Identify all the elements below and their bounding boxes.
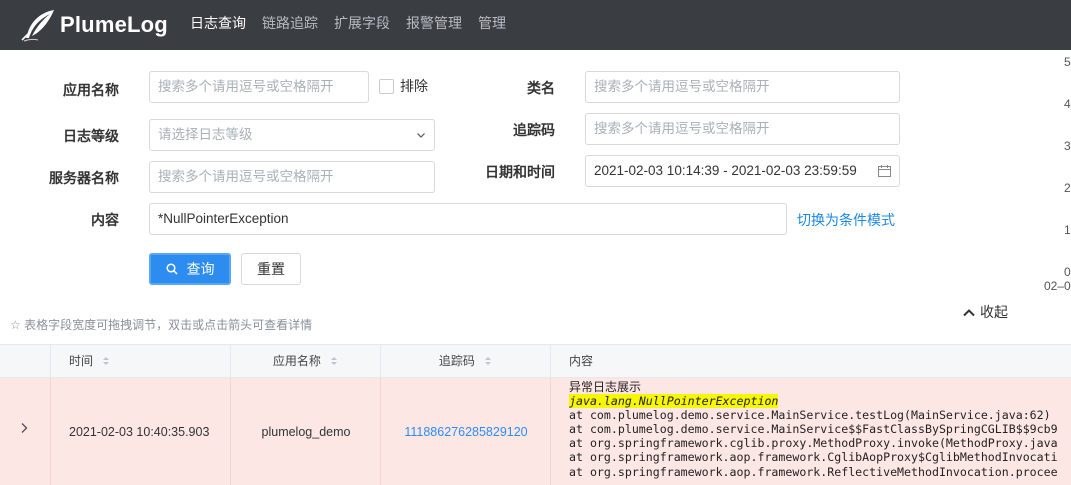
stack-trace-line: at com.plumelog.demo.service.MainService… [569,408,1051,423]
log-table: 时间 应用名称 追踪码 内容 2021-02-03 10:40:35.903 p… [0,344,1071,485]
class-name-label: 类名 [527,80,555,96]
app-name: PlumeLog [60,12,168,37]
nav-log-query[interactable]: 日志查询 [182,0,254,50]
class-name-input[interactable]: 搜索多个请用逗号或空格隔开 [585,71,900,103]
datetime-range-input[interactable]: 2021-02-03 10:14:39 - 2021-02-03 23:59:5… [585,155,900,187]
nav-admin[interactable]: 管理 [470,0,514,50]
time-cell: 2021-02-03 10:40:35.903 [51,378,231,485]
content-input[interactable]: *NullPointerException [149,203,787,235]
search-icon [165,263,178,275]
column-header-time[interactable]: 时间 [51,345,231,378]
top-navbar: PlumeLog 日志查询 链路追踪 扩展字段 报警管理 管理 [0,0,1071,50]
expand-column-header [0,345,51,378]
highlighted-exception: java.lang.NullPointerException [569,394,779,409]
chevron-right-icon[interactable] [20,422,28,434]
stack-trace-line: at com.plumelog.demo.service.MainService… [569,422,1058,437]
search-button[interactable]: 查询 [149,253,231,285]
nav-trace[interactable]: 链路追踪 [254,0,326,50]
trace-cell: 111886276285829120 [381,378,551,485]
logo[interactable]: PlumeLog [20,5,168,45]
collapse-label: 收起 [980,304,1008,320]
stack-trace-line: at org.springframework.cglib.proxy.Metho… [569,436,1058,451]
chart-y-tick: 3 [1064,139,1071,153]
column-header-time-label: 时间 [69,354,94,368]
column-header-content-label: 内容 [569,354,594,368]
log-level-label: 日志等级 [63,128,119,144]
content-label: 内容 [91,212,119,228]
column-header-app-label: 应用名称 [272,354,321,368]
sort-icon [103,356,110,365]
feather-logo-icon [21,10,54,42]
log-level-placeholder: 请选择日志等级 [158,127,253,142]
chart-x-tick: 02–0 [1044,279,1071,293]
log-content: 异常日志展示 java.lang.NullPointerException at c… [569,380,1058,479]
app-name-label: 应用名称 [63,82,119,98]
app-name-input[interactable]: 搜索多个请用逗号或空格隔开 [149,71,369,103]
sort-icon [331,356,338,365]
trace-id-label: 追踪码 [513,122,555,138]
stack-trace-line: at org.springframework.aop.framework.Cgl… [569,450,1058,465]
main-nav: 日志查询 链路追踪 扩展字段 报警管理 管理 [182,0,514,50]
chart-y-tick: 4 [1064,97,1071,111]
chart-y-tick: 5 [1064,55,1071,69]
exclude-label: 排除 [400,78,428,94]
column-header-app[interactable]: 应用名称 [231,345,381,378]
chevron-up-icon [963,308,975,316]
chart-y-tick: 1 [1064,223,1071,237]
column-header-trace-label: 追踪码 [438,354,475,368]
log-time: 2021-02-03 10:40:35.903 [69,424,210,439]
collapse-toggle[interactable]: 收起 [963,302,1008,322]
datetime-value: 2021-02-03 10:14:39 - 2021-02-03 23:59:5… [594,163,857,178]
calendar-icon [878,165,891,177]
log-level-select[interactable]: 请选择日志等级 [149,119,435,151]
exclude-checkbox-group[interactable]: 排除 [379,78,428,94]
nav-alarm[interactable]: 报警管理 [398,0,470,50]
trace-id-link[interactable]: 111886276285829120 [404,425,527,439]
column-header-trace[interactable]: 追踪码 [381,345,551,378]
datetime-label: 日期和时间 [485,164,555,180]
switch-condition-mode-link[interactable]: 切换为条件模式 [797,210,895,230]
chart-y-tick: 2 [1064,181,1071,195]
trace-id-input[interactable]: 搜索多个请用逗号或空格隔开 [585,113,900,145]
nav-extend-fields[interactable]: 扩展字段 [326,0,398,50]
table-row[interactable]: 2021-02-03 10:40:35.903 plumelog_demo 11… [0,378,1071,485]
exclude-checkbox[interactable] [379,78,394,94]
log-content-title: 异常日志展示 [569,380,642,394]
table-header: 时间 应用名称 追踪码 内容 [0,344,1071,378]
table-hint: ☆ 表格字段宽度可拖拽调节，双击或点击箭头可查看详情 [10,318,313,332]
server-name-input[interactable]: 搜索多个请用逗号或空格隔开 [149,161,435,193]
expand-cell[interactable] [0,378,51,485]
server-name-label: 服务器名称 [49,170,119,186]
stack-trace-line: at org.springframework.aop.framework.Ref… [569,464,1058,479]
chevron-down-icon [417,133,425,138]
sort-icon [485,356,492,365]
column-header-content[interactable]: 内容 [551,345,1071,378]
app-cell: plumelog_demo [231,378,381,485]
chart-y-tick: 0 [1064,265,1071,279]
search-button-label: 查询 [186,261,215,277]
reset-button[interactable]: 重置 [241,253,301,285]
log-app-name: plumelog_demo [261,424,351,439]
